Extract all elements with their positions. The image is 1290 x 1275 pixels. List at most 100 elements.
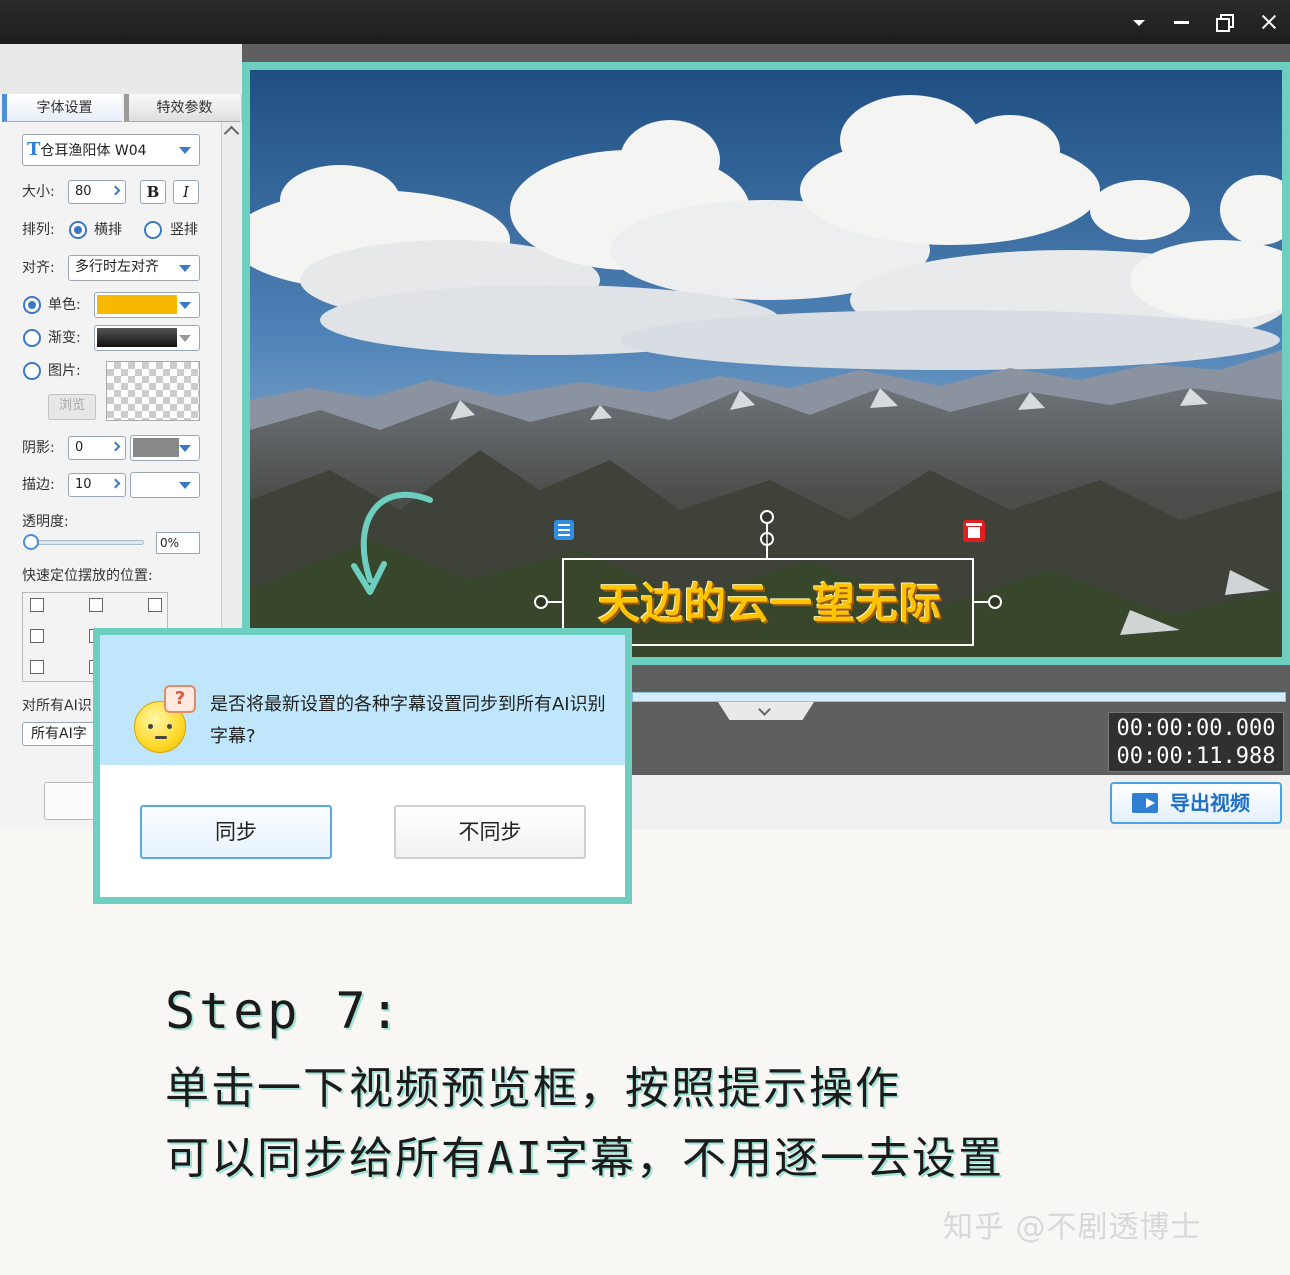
stroke-value: 10: [75, 477, 92, 492]
current-time: 00:00:00.000: [1116, 716, 1276, 741]
face-mouth: [155, 736, 167, 739]
browse-label: 浏览: [58, 398, 85, 413]
stroke-label: 描边:: [22, 477, 55, 493]
solid-color-swatch: [97, 295, 177, 314]
opacity-slider-track[interactable]: [26, 540, 144, 545]
shadow-value: 0: [75, 440, 84, 455]
sync-button[interactable]: 同步: [140, 805, 332, 859]
chevron-down-icon: [179, 482, 191, 489]
opacity-value: 0%: [160, 536, 180, 550]
arrange-label: 排列:: [22, 222, 55, 238]
gradient-picker[interactable]: [94, 325, 200, 351]
arrange-vertical-label: 竖排: [170, 222, 198, 238]
fill-solid-label: 单色:: [48, 297, 81, 313]
position-middle-left[interactable]: [30, 629, 44, 643]
opacity-input[interactable]: 0%: [156, 532, 200, 554]
align-select[interactable]: 多行时左对齐: [68, 255, 200, 281]
curved-arrow-annotation: [351, 491, 433, 595]
chevron-right-icon: [110, 185, 121, 196]
bold-icon: B: [146, 183, 160, 201]
font-type-icon: T: [27, 139, 41, 160]
resize-handle-right[interactable]: [988, 595, 1002, 609]
apply-all-label: 对所有AI识: [22, 698, 92, 714]
chevron-right-icon: [110, 441, 121, 452]
export-video-button[interactable]: 导出视频: [1110, 782, 1282, 824]
chevron-down-icon: [179, 302, 191, 309]
shadow-label: 阴影:: [22, 440, 55, 456]
browse-button[interactable]: 浏览: [48, 394, 96, 420]
timeline-track[interactable]: [632, 692, 1286, 702]
chevron-down-icon: [179, 335, 191, 342]
resize-handle-left[interactable]: [534, 595, 548, 609]
fill-image-radio[interactable]: [23, 362, 41, 380]
shadow-input[interactable]: 0: [68, 436, 126, 460]
font-select[interactable]: T仓耳渔阳体 W04: [22, 134, 200, 166]
stroke-color-picker[interactable]: [130, 472, 200, 498]
chevron-up-icon[interactable]: [223, 125, 240, 142]
export-label: 导出视频: [1170, 791, 1250, 815]
caption-line-2: 可以同步给所有AI字幕，不用逐一去设置: [165, 1133, 1004, 1184]
italic-button[interactable]: I: [173, 180, 199, 204]
position-label: 快速定位摆放的位置:: [22, 568, 153, 584]
align-value: 多行时左对齐: [75, 259, 159, 275]
tab-font-settings[interactable]: 字体设置: [2, 94, 122, 122]
chevron-right-icon: [110, 478, 121, 489]
position-top-left[interactable]: [30, 598, 44, 612]
image-preview: [106, 361, 200, 421]
question-bubble-icon: ?: [164, 685, 196, 713]
minimize-icon[interactable]: [1166, 8, 1196, 36]
stroke-input[interactable]: 10: [68, 473, 126, 497]
apply-all-value: 所有AI字: [31, 726, 87, 742]
chevron-down-icon: [179, 265, 191, 272]
position-bottom-left[interactable]: [30, 660, 44, 674]
chevron-down-icon[interactable]: [1124, 8, 1154, 36]
video-preview[interactable]: 天边的云一望无际: [250, 70, 1282, 657]
shadow-color-picker[interactable]: [130, 435, 200, 461]
resize-handle-top[interactable]: [760, 532, 774, 546]
face-eye: [148, 724, 153, 729]
time-display: 00:00:00.000 00:00:11.988: [1108, 712, 1284, 772]
arrange-vertical-radio[interactable]: [144, 221, 162, 239]
trash-icon[interactable]: [963, 520, 985, 542]
size-input[interactable]: 80: [68, 180, 126, 204]
no-sync-button[interactable]: 不同步: [394, 805, 586, 859]
close-icon[interactable]: [1254, 8, 1284, 36]
position-top-right[interactable]: [148, 598, 162, 612]
rotate-handle[interactable]: [760, 510, 774, 524]
video-preview-frame[interactable]: 天边的云一望无际: [242, 62, 1290, 665]
subtitle-text: 天边的云一望无际: [597, 579, 942, 628]
list-icon[interactable]: [554, 520, 574, 540]
dialog-header: ? 是否将最新设置的各种字幕设置同步到所有AI识别字幕?: [100, 635, 625, 765]
solid-color-picker[interactable]: [94, 292, 200, 318]
opacity-slider-thumb[interactable]: [23, 534, 39, 550]
export-icon: [1132, 793, 1158, 813]
fill-gradient-label: 渐变:: [48, 330, 81, 346]
size-value: 80: [75, 184, 92, 199]
dialog-message: 是否将最新设置的各种字幕设置同步到所有AI识别字幕?: [210, 694, 606, 747]
tab-effect-params[interactable]: 特效参数: [124, 94, 240, 122]
fill-gradient-radio[interactable]: [23, 329, 41, 347]
gradient-swatch: [97, 328, 177, 347]
handle-line-left: [548, 601, 562, 603]
font-select-value: 仓耳渔阳体 W04: [40, 143, 147, 159]
total-time: 00:00:11.988: [1116, 744, 1276, 769]
fill-image-label: 图片:: [48, 363, 81, 379]
align-label: 对齐:: [22, 260, 55, 276]
arrange-horizontal-label: 横排: [94, 222, 122, 238]
chevron-down-icon: [179, 445, 191, 452]
arrange-horizontal-radio[interactable]: [69, 221, 87, 239]
panel-header-strip: [0, 44, 242, 94]
shadow-color-swatch: [133, 438, 179, 457]
bold-button[interactable]: B: [140, 180, 166, 204]
step-title: Step 7:: [165, 982, 404, 1040]
fill-solid-radio[interactable]: [23, 296, 41, 314]
handle-line-right: [974, 601, 988, 603]
restore-icon[interactable]: [1209, 8, 1239, 36]
size-label: 大小:: [22, 184, 55, 200]
opacity-label: 透明度:: [22, 514, 69, 530]
timeline-expand-toggle[interactable]: [718, 702, 814, 720]
position-top-center[interactable]: [89, 598, 103, 612]
title-bar: [0, 0, 1290, 44]
watermark: 知乎 @不剧透博士: [943, 1210, 1202, 1245]
caption-line-1: 单击一下视频预览框，按照提示操作: [165, 1063, 901, 1114]
